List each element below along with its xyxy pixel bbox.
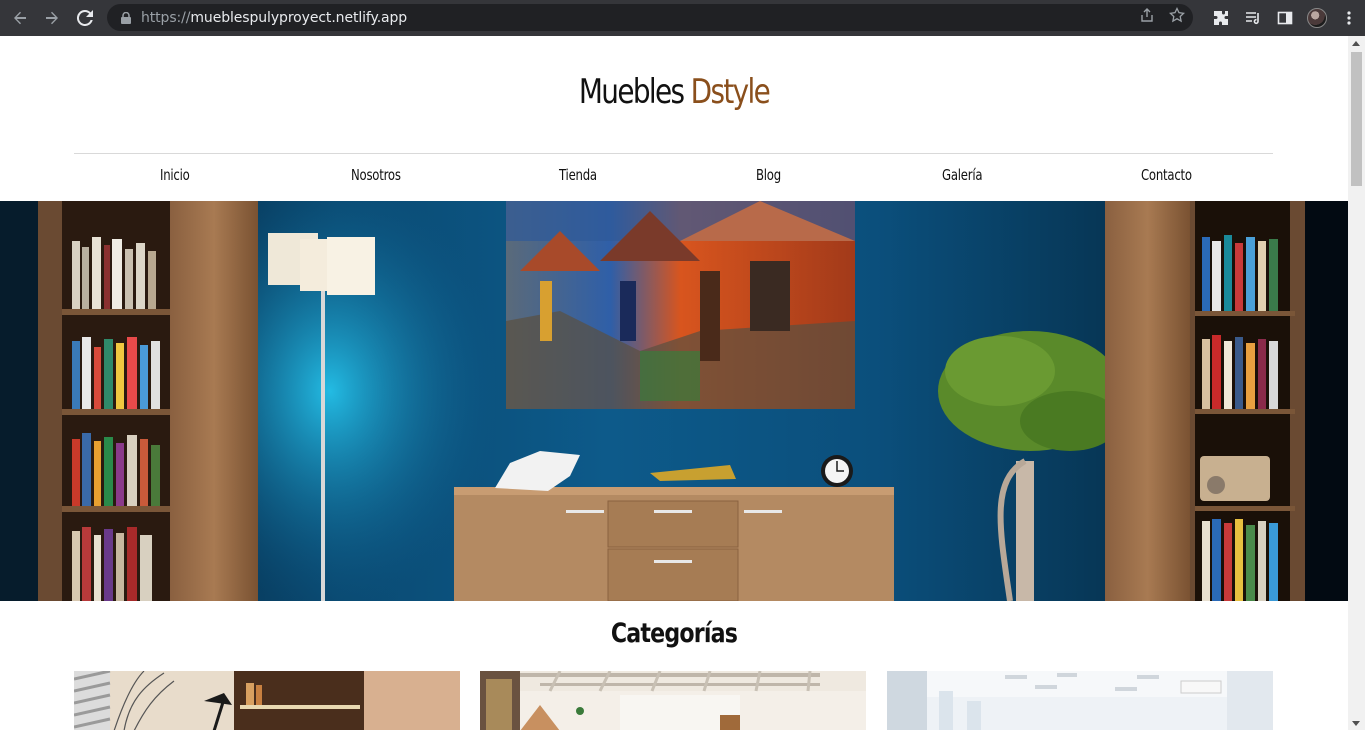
profile-avatar[interactable]	[1301, 0, 1333, 36]
nav-item-galeria[interactable]: Galería	[942, 166, 983, 184]
scroll-up-icon[interactable]	[1352, 41, 1360, 46]
lock-icon	[119, 11, 133, 25]
back-icon[interactable]	[4, 0, 36, 36]
main-navigation: Inicio Nosotros Tienda Blog Galería Cont…	[74, 166, 1273, 190]
categories-title: Categorías	[610, 618, 738, 649]
share-icon[interactable]	[1139, 7, 1155, 28]
scrollbar-thumb[interactable]	[1351, 52, 1362, 186]
reload-icon[interactable]	[69, 0, 101, 36]
nav-item-nosotros[interactable]: Nosotros	[351, 166, 401, 184]
star-icon[interactable]	[1168, 6, 1186, 28]
extensions-icon[interactable]	[1205, 0, 1237, 36]
category-card-white-office[interactable]	[887, 671, 1273, 730]
sidepanel-icon[interactable]	[1269, 0, 1301, 36]
menu-icon[interactable]	[1333, 0, 1365, 36]
browser-toolbar: https://mueblespulyproyect.netlify.app	[0, 0, 1365, 36]
media-icon[interactable]	[1237, 0, 1269, 36]
scroll-down-icon[interactable]	[1352, 721, 1360, 726]
white-office-photo	[887, 671, 1273, 730]
dining-room-photo	[480, 671, 866, 730]
living-room-photo	[0, 201, 1348, 601]
hero-image	[0, 201, 1348, 601]
office-photo	[74, 671, 460, 730]
address-bar[interactable]: https://mueblespulyproyect.netlify.app	[107, 4, 1193, 31]
category-card-dining[interactable]	[480, 671, 866, 730]
site-logo[interactable]: Muebles Dstyle	[121, 72, 1226, 112]
nav-item-inicio[interactable]: Inicio	[160, 166, 190, 184]
nav-item-tienda[interactable]: Tienda	[559, 166, 597, 184]
categories-grid	[74, 671, 1273, 730]
nav-item-blog[interactable]: Blog	[756, 166, 781, 184]
nav-item-contacto[interactable]: Contacto	[1141, 166, 1192, 184]
url-text: https://mueblespulyproyect.netlify.app	[141, 9, 408, 26]
web-page: Muebles Dstyle Inicio Nosotros Tienda Bl…	[0, 36, 1348, 730]
category-card-office[interactable]	[74, 671, 460, 730]
forward-icon[interactable]	[36, 0, 68, 36]
header-divider	[74, 153, 1273, 154]
page-scrollbar[interactable]	[1348, 36, 1365, 730]
